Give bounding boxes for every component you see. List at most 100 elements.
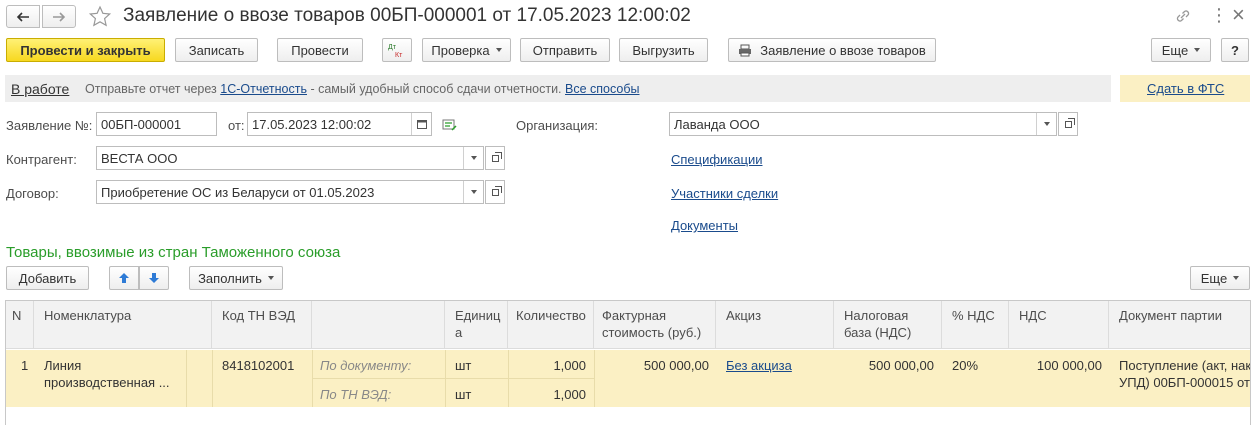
date-value: 17.05.2023 12:00:02: [252, 116, 372, 132]
cell-batch-line1: Поступление (акт, накл: [1119, 358, 1250, 373]
cell-unit-1: шт: [455, 358, 472, 373]
documents-link[interactable]: Документы: [671, 218, 738, 233]
favorite-star-icon[interactable]: [88, 5, 112, 27]
cell-by-doc-label: По документу:: [320, 358, 412, 373]
col-unit[interactable]: Единица: [445, 301, 508, 349]
goods-section-title: Товары, ввозимые из стран Таможенного со…: [6, 244, 341, 261]
chevron-down-icon: [470, 190, 477, 194]
status-label[interactable]: В работе: [11, 81, 69, 97]
print-label: Заявление о ввозе товаров: [760, 42, 926, 58]
cell-nomenclature-line1: Линия: [44, 358, 82, 373]
cell-nomenclature-line2: производственная ...: [44, 375, 170, 390]
chevron-down-icon: [1194, 48, 1201, 52]
1c-reporting-link[interactable]: 1С-Отчетность: [220, 82, 307, 96]
number-field[interactable]: 00БП-000001: [96, 112, 217, 136]
chevron-down-icon: [495, 48, 502, 52]
help-button[interactable]: ?: [1221, 38, 1249, 62]
cell-qty-2: 1,000: [553, 387, 586, 402]
cell-n: 1: [21, 358, 29, 373]
print-declaration-button[interactable]: Заявление о ввозе товаров: [728, 38, 936, 62]
add-button[interactable]: Добавить: [6, 266, 89, 290]
col-divider: [186, 350, 187, 407]
arrow-down-icon: [149, 273, 159, 283]
contract-open-button[interactable]: [485, 180, 505, 204]
check-label: Проверка: [431, 42, 490, 58]
cell-by-tnved-label: По ТН ВЭД:: [320, 387, 392, 402]
dt-kt-icon: Дт Кт: [388, 44, 403, 58]
post-button[interactable]: Провести: [277, 38, 363, 62]
col-vat-rate[interactable]: % НДС: [942, 301, 1009, 349]
counterparty-label: Контрагент:: [6, 152, 77, 167]
col-divider: [445, 350, 446, 407]
col-quantity[interactable]: Количество: [508, 301, 594, 349]
cell-qty-1: 1,000: [553, 358, 586, 373]
post-and-close-button[interactable]: Провести и закрыть: [6, 38, 165, 62]
chevron-down-icon: [1233, 276, 1240, 280]
number-label: Заявление №:: [6, 118, 93, 133]
participants-link[interactable]: Участники сделки: [671, 186, 778, 201]
col-vat[interactable]: НДС: [1009, 301, 1109, 349]
status-msg-suffix: - самый удобный способ сдачи отчетности.: [310, 82, 562, 96]
counterparty-open-button[interactable]: [485, 146, 505, 170]
dt-kt-button[interactable]: Дт Кт: [382, 38, 412, 62]
submit-fts-link[interactable]: Сдать в ФТС: [1147, 81, 1224, 96]
cell-invoice-value: 500 000,00: [643, 358, 709, 373]
table-more-button[interactable]: Еще: [1190, 266, 1250, 290]
export-button[interactable]: Выгрузить: [619, 38, 708, 62]
chevron-down-icon: [267, 276, 274, 280]
col-tn-ved[interactable]: Код ТН ВЭД: [212, 301, 312, 349]
counterparty-field[interactable]: ВЕСТА ООО: [96, 146, 484, 170]
cell-tn-ved: 8418102001: [222, 358, 295, 373]
col-n[interactable]: N: [6, 301, 34, 349]
more-dropdown-button[interactable]: Еще: [1151, 38, 1211, 62]
arrow-left-icon: [16, 11, 29, 22]
cell-excise-link[interactable]: Без акциза: [726, 357, 792, 374]
comment-edit-icon[interactable]: [442, 118, 458, 132]
status-msg-prefix: Отправьте отчет через: [85, 82, 217, 96]
more-menu-icon[interactable]: ⋮: [1210, 5, 1228, 26]
svg-text:Кт: Кт: [395, 52, 403, 58]
col-invoice-value[interactable]: Фактурная стоимость (руб.): [594, 301, 716, 349]
all-ways-link[interactable]: Все способы: [565, 82, 639, 96]
move-up-button[interactable]: [109, 266, 139, 290]
cell-tax-base: 500 000,00: [868, 358, 934, 373]
cell-batch-line2: УПД) 00БП-000015 от: [1119, 375, 1250, 390]
col-tax-base[interactable]: Налоговая база (НДС): [834, 301, 942, 349]
counterparty-dropdown[interactable]: [463, 147, 483, 169]
organization-label: Организация:: [516, 118, 599, 133]
organization-dropdown[interactable]: [1036, 113, 1056, 135]
calendar-icon: [416, 120, 427, 129]
save-button[interactable]: Записать: [175, 38, 258, 62]
chevron-down-icon: [470, 156, 477, 160]
col-nomenclature[interactable]: Номенклатура: [34, 301, 212, 349]
back-button[interactable]: [6, 5, 40, 28]
open-icon: [491, 151, 502, 162]
col-divider: [212, 350, 213, 407]
cell-unit-2: шт: [455, 387, 472, 402]
col-batch-document[interactable]: Документ партии: [1109, 301, 1250, 349]
cell-vat: 100 000,00: [1036, 358, 1102, 373]
contract-label: Договор:: [6, 186, 59, 201]
send-button[interactable]: Отправить: [520, 38, 610, 62]
svg-text:Дт: Дт: [388, 44, 397, 51]
organization-field[interactable]: Лаванда ООО: [669, 112, 1057, 136]
date-field[interactable]: 17.05.2023 12:00:02: [247, 112, 432, 136]
forward-button[interactable]: [42, 5, 76, 28]
move-down-button[interactable]: [139, 266, 169, 290]
col-source[interactable]: [312, 301, 445, 349]
open-icon: [491, 185, 502, 196]
calendar-button[interactable]: [411, 113, 431, 135]
check-dropdown-button[interactable]: Проверка: [422, 38, 511, 62]
col-excise[interactable]: Акциз: [716, 301, 834, 349]
open-icon: [1064, 117, 1075, 128]
contract-field[interactable]: Приобретение ОС из Беларуси от 01.05.202…: [96, 180, 484, 204]
fill-dropdown-button[interactable]: Заполнить: [189, 266, 283, 290]
contract-value: Приобретение ОС из Беларуси от 01.05.202…: [101, 184, 375, 200]
status-message: Отправьте отчет через 1С-Отчетность - са…: [85, 82, 640, 96]
link-icon[interactable]: [1174, 8, 1192, 24]
specifications-link[interactable]: Спецификации: [671, 152, 763, 167]
close-icon[interactable]: ×: [1232, 2, 1245, 28]
organization-open-button[interactable]: [1058, 112, 1078, 136]
contract-dropdown[interactable]: [463, 181, 483, 203]
arrow-up-icon: [119, 273, 129, 283]
